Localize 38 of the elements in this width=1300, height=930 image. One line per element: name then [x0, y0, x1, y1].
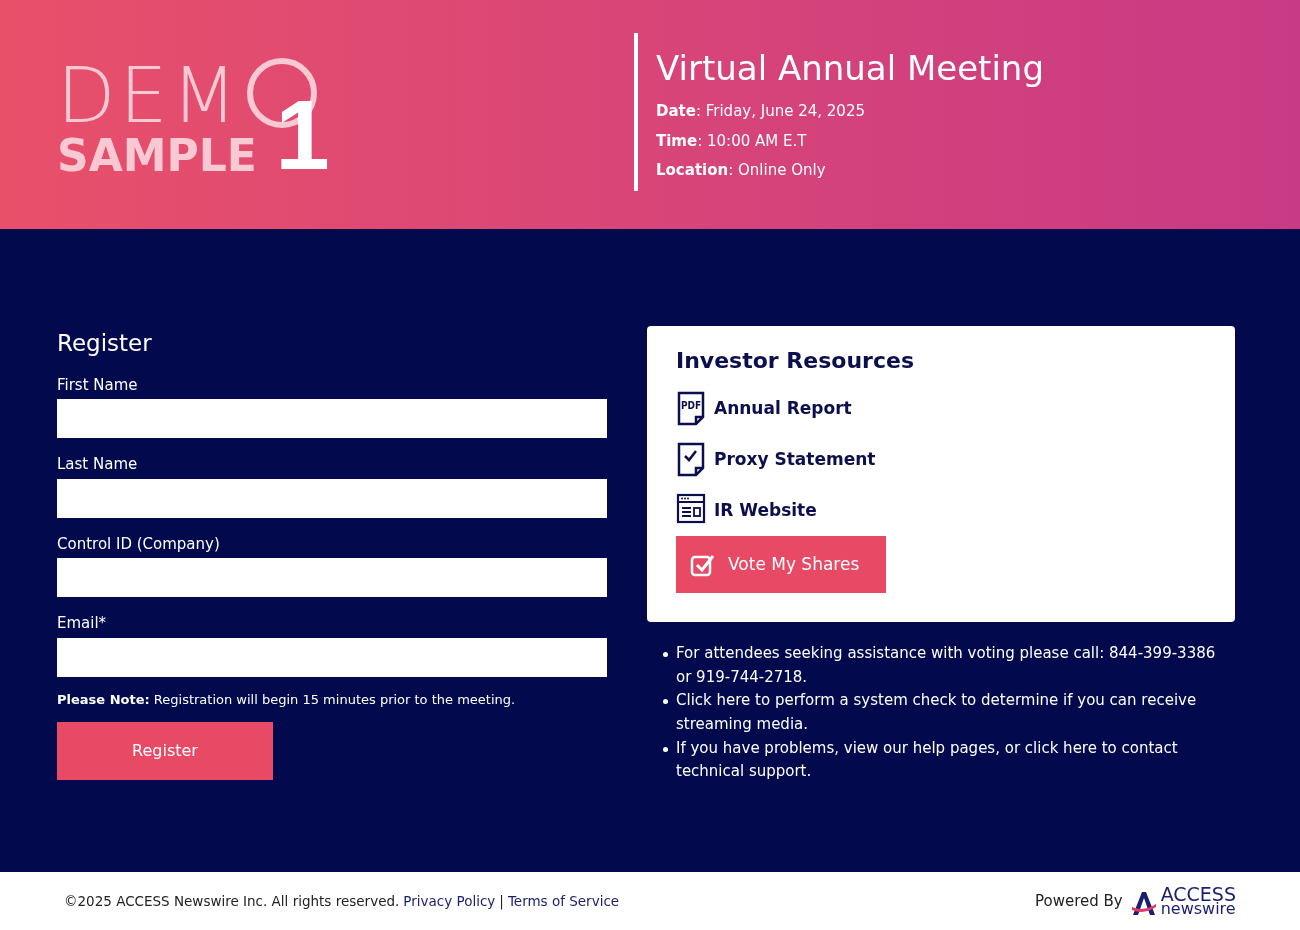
bullet-dot — [663, 699, 668, 705]
note-text: If you have problems, view our help pages, or click here to contact technical support. — [676, 737, 1179, 783]
terms-link[interactable]: Terms of Service — [507, 890, 620, 912]
note-text: Click here to perform a system check to determine if you can receive streaming media. — [676, 690, 1198, 736]
resource-link[interactable]: IR Website — [714, 497, 817, 524]
meeting-detail: Date: Friday, June 24, 2025 — [656, 101, 866, 122]
resource-link[interactable]: Annual Report — [714, 395, 852, 422]
privacy-link[interactable]: Privacy Policy — [403, 890, 496, 912]
input-field[interactable] — [57, 478, 607, 518]
meeting-detail: Location: Online Only — [656, 160, 827, 181]
separator: | — [499, 891, 504, 912]
field-label: Last Name — [57, 454, 138, 475]
register-button[interactable]: Register — [57, 722, 273, 780]
card-heading: Investor Resources — [676, 347, 915, 375]
bullet-dot — [663, 746, 668, 752]
input-field[interactable] — [57, 399, 607, 438]
meeting-detail: Time: 10:00 AM E.T — [656, 130, 808, 152]
copyright-text: ©2025 ACCESS Newswire Inc. All rights reserved. — [64, 891, 400, 911]
powered-by-text: Powered By — [1034, 890, 1123, 912]
meeting-title: Virtual Annual Meeting — [656, 47, 1044, 90]
brand-name: newswire — [1160, 902, 1236, 916]
resource-link[interactable]: Proxy Statement — [714, 446, 876, 473]
field-label: Email* — [57, 613, 107, 634]
input-field[interactable] — [57, 558, 607, 597]
checkbox-icon — [690, 552, 716, 577]
brand-logo-icon — [1130, 889, 1157, 916]
logo-numeral: 1 — [275, 86, 330, 184]
field-label: Control ID (Company) — [57, 533, 220, 555]
pdf-document-icon: PDF — [676, 391, 706, 426]
field-label: First Name — [57, 374, 138, 396]
register-heading: Register — [57, 329, 153, 358]
checked-document-icon — [676, 442, 706, 477]
registration-note: Please Note: Registration will begin 15 minutes prior to the meeting. — [57, 690, 517, 709]
vote-button[interactable]: Vote My Shares — [676, 536, 887, 593]
note-text: For attendees seeking assistance with voting please call: 844-399-3386 or 919-744-2718. — [676, 643, 1217, 688]
bullet-dot — [663, 652, 668, 657]
brand-name: ACCESS — [1160, 886, 1236, 903]
input-field[interactable] — [57, 637, 607, 677]
